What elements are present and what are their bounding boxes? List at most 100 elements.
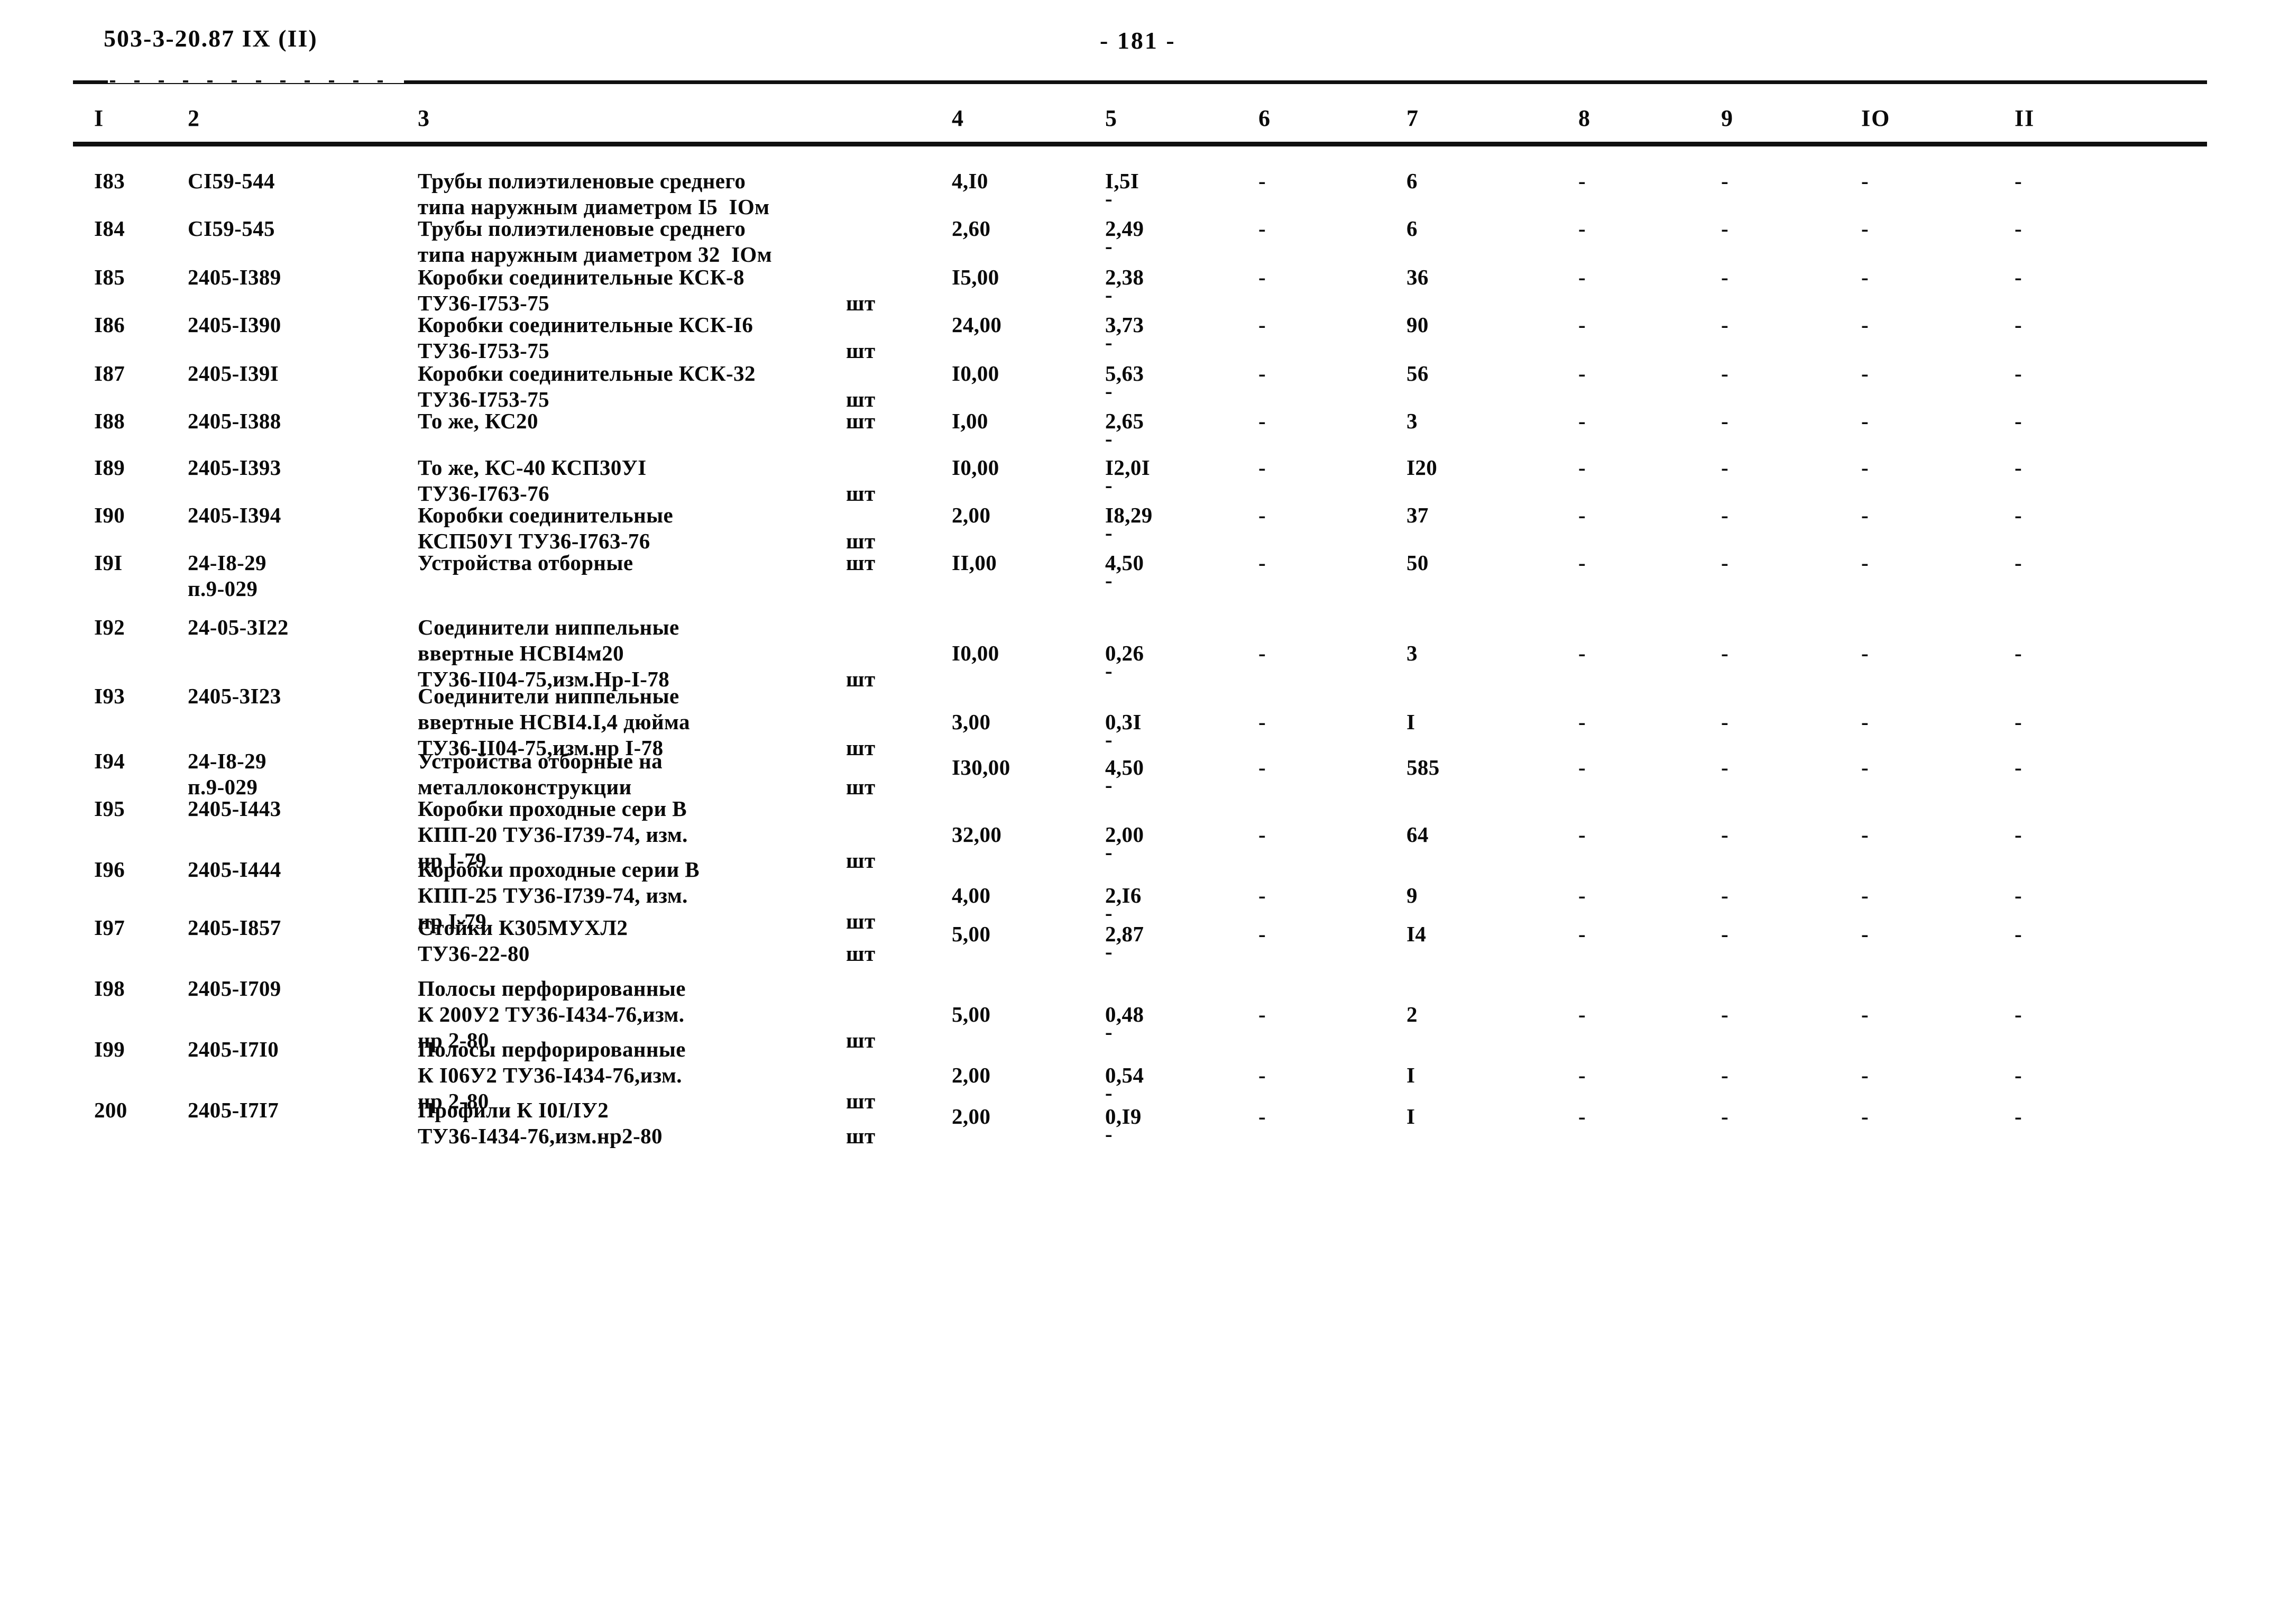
row-value-col8: - [1578, 216, 1586, 241]
row-description: Устройства отборные на металлоконструкци… [418, 749, 663, 799]
col5-sub-dash: - [1105, 186, 1113, 210]
row-value-col5: 0,I9 [1105, 1104, 1142, 1128]
row-value-col7: 90 [1406, 313, 1429, 337]
row-code: 2405-3I23 [188, 684, 281, 708]
row-value-col7: 64 [1406, 822, 1429, 847]
row-value-col8: - [1578, 1063, 1586, 1087]
row-value-col9: - [1721, 1063, 1729, 1087]
row-value-col5: 2,00 [1105, 822, 1144, 847]
row-value-col6: - [1258, 883, 1266, 907]
row-value-col8: - [1578, 641, 1586, 665]
row-value-col9: - [1721, 641, 1729, 665]
col5-sub-dash: - [1105, 234, 1113, 258]
row-value-col6: - [1258, 710, 1266, 734]
row-value-col9: - [1721, 169, 1729, 193]
row-value-col11: - [2015, 216, 2022, 241]
row-description: Соединители ниппельные ввертные НСВI4м20… [418, 615, 679, 691]
row-value-col10: - [1861, 641, 1869, 665]
row-value-col10: - [1861, 169, 1869, 193]
col5-sub-dash: - [1105, 330, 1113, 354]
row-code: 2405-I444 [188, 857, 281, 882]
row-value-col10: - [1861, 550, 1869, 575]
row-value-col7: 56 [1406, 361, 1429, 386]
row-number: I9I [94, 550, 123, 575]
row-value-col5: I,5I [1105, 169, 1139, 193]
row-value-col8: - [1578, 455, 1586, 480]
row-value-col8: - [1578, 265, 1586, 289]
column-header-10: IO [1861, 105, 1891, 131]
row-value-col9: - [1721, 822, 1729, 847]
row-number: I84 [94, 216, 125, 241]
row-value-col4: 3,00 [952, 710, 991, 734]
row-unit: шт [846, 941, 876, 966]
row-value-col4: I,00 [952, 409, 988, 433]
row-value-col5: 0,48 [1105, 1002, 1144, 1026]
row-number: I93 [94, 684, 125, 708]
column-header-7: 7 [1406, 105, 1419, 131]
row-value-col4: 4,00 [952, 883, 991, 907]
row-value-col10: - [1861, 1063, 1869, 1087]
row-value-col6: - [1258, 169, 1266, 193]
row-value-col5: 2,38 [1105, 265, 1144, 289]
col5-sub-dash: - [1105, 520, 1113, 545]
row-value-col9: - [1721, 361, 1729, 386]
row-value-col4: 2,00 [952, 503, 991, 527]
column-header-4: 4 [952, 105, 964, 131]
row-value-col4: 2,00 [952, 1104, 991, 1128]
row-number: I89 [94, 455, 125, 480]
column-header-9: 9 [1721, 105, 1734, 131]
row-value-col8: - [1578, 710, 1586, 734]
row-unit: шт [846, 291, 876, 315]
row-value-col6: - [1258, 922, 1266, 946]
table-header-rule [73, 142, 2207, 146]
row-number: I87 [94, 361, 125, 386]
row-value-col6: - [1258, 1063, 1266, 1087]
row-value-col8: - [1578, 361, 1586, 386]
row-code: 2405-I388 [188, 409, 281, 433]
row-value-col9: - [1721, 503, 1729, 527]
col5-sub-dash: - [1105, 1080, 1113, 1105]
row-value-col9: - [1721, 409, 1729, 433]
row-unit: шт [846, 1089, 876, 1113]
row-value-col6: - [1258, 265, 1266, 289]
row-value-col10: - [1861, 503, 1869, 527]
row-value-col4: 5,00 [952, 922, 991, 946]
col5-sub-dash: - [1105, 901, 1113, 925]
row-number: I83 [94, 169, 125, 193]
row-value-col11: - [2015, 1063, 2022, 1087]
row-value-col8: - [1578, 822, 1586, 847]
row-value-col5: I2,0I [1105, 455, 1151, 480]
row-value-col11: - [2015, 1104, 2022, 1128]
row-value-col10: - [1861, 265, 1869, 289]
row-description: Коробки соединительные КСП50УI ТУ36-I763… [418, 503, 674, 553]
row-description: Коробки соединительные КСК-32 ТУ36-I753-… [418, 361, 756, 411]
row-value-col7: 36 [1406, 265, 1429, 289]
row-code: 2405-I39I [188, 361, 279, 386]
row-value-col8: - [1578, 313, 1586, 337]
row-unit: шт [846, 848, 876, 873]
row-unit: шт [846, 338, 876, 363]
row-value-col9: - [1721, 755, 1729, 779]
col5-sub-dash: - [1105, 939, 1113, 964]
row-value-col10: - [1861, 313, 1869, 337]
col5-sub-dash: - [1105, 658, 1113, 683]
row-value-col6: - [1258, 550, 1266, 575]
row-value-col11: - [2015, 409, 2022, 433]
row-value-col5: 4,50 [1105, 550, 1144, 575]
row-value-col4: 32,00 [952, 822, 1002, 847]
row-value-col10: - [1861, 216, 1869, 241]
row-value-col5: 0,26 [1105, 641, 1144, 665]
row-number: I97 [94, 915, 125, 940]
row-value-col10: - [1861, 1104, 1869, 1128]
row-value-col9: - [1721, 1104, 1729, 1128]
row-value-col9: - [1721, 550, 1729, 575]
row-value-col5: 2,87 [1105, 922, 1144, 946]
page-header: 503-3-20.87 IX (II) - 181 - [0, 24, 2280, 61]
row-code: 2405-I7I0 [188, 1037, 279, 1061]
row-unit: шт [846, 775, 876, 799]
row-value-col11: - [2015, 1002, 2022, 1026]
row-value-col11: - [2015, 755, 2022, 779]
row-value-col5: 2,49 [1105, 216, 1144, 241]
row-value-col4: 4,I0 [952, 169, 988, 193]
row-value-col7: 6 [1406, 216, 1418, 241]
